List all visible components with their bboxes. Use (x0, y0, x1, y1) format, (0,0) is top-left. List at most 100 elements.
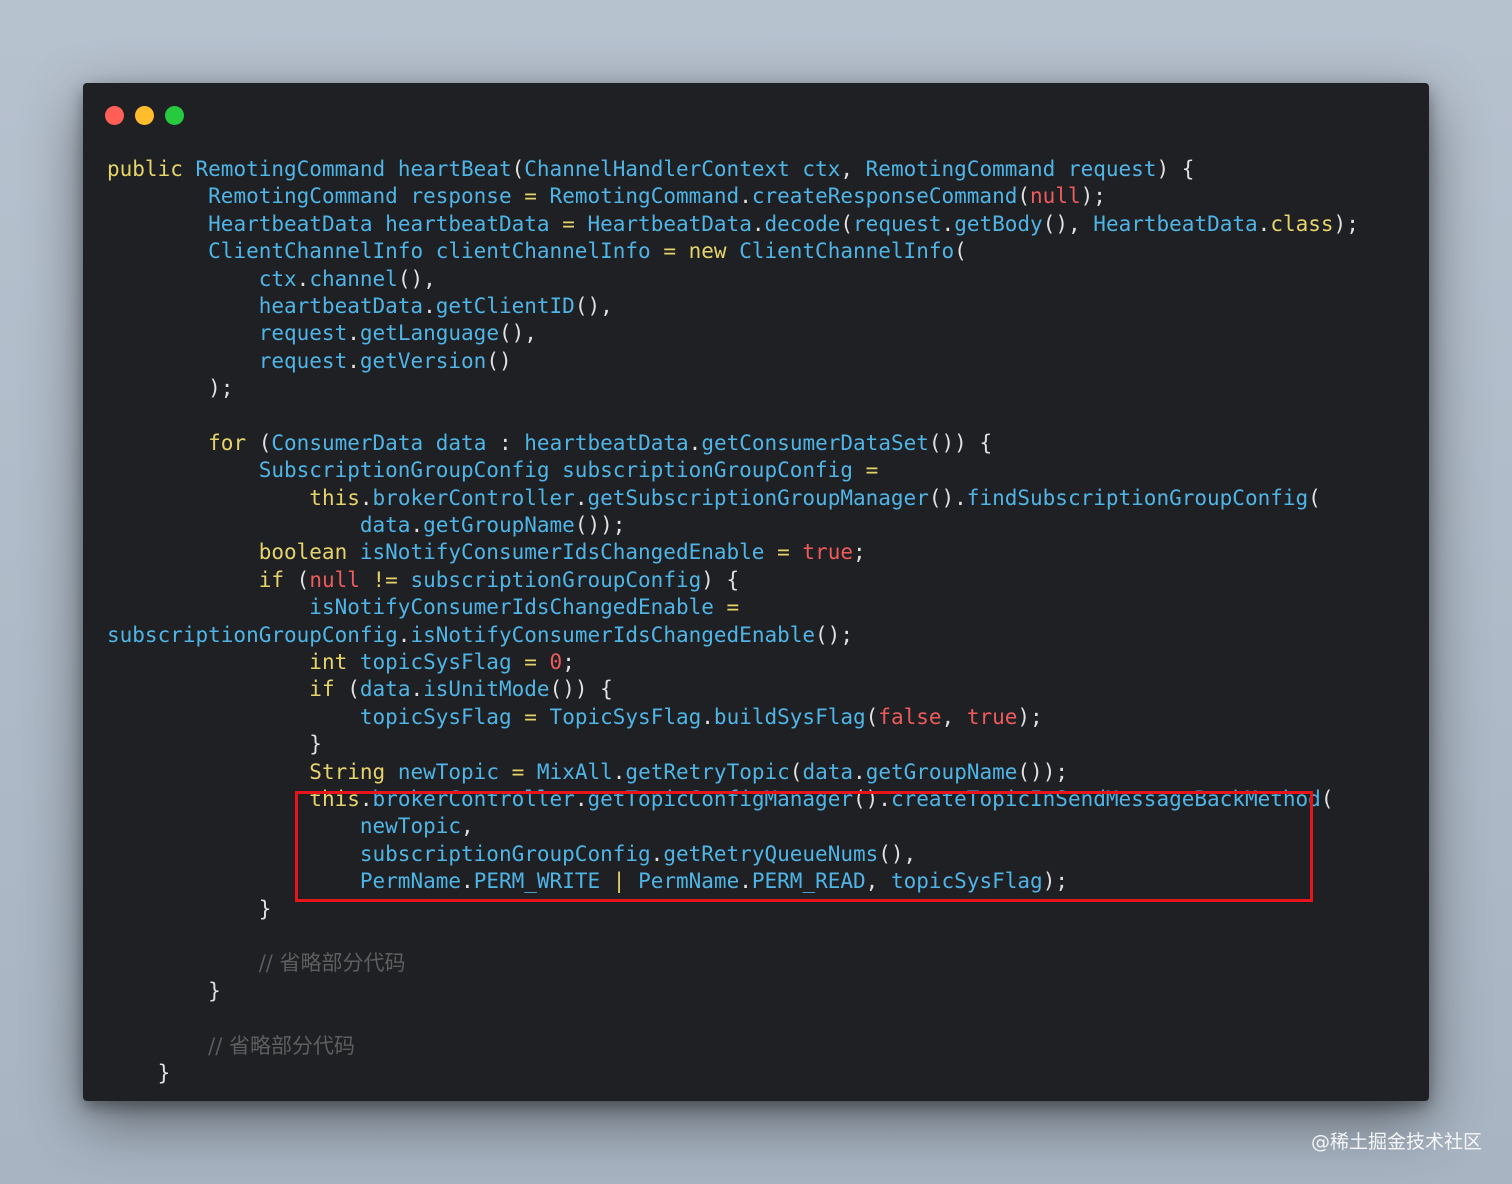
code-token: . (423, 293, 436, 318)
code-token: null (309, 567, 373, 592)
code-token: clientChannelInfo (435, 239, 664, 264)
code-token: (), (1042, 211, 1094, 236)
code-token: // 省略部分代码 (258, 951, 406, 976)
code-token: ; (852, 540, 866, 565)
code-line: // 省略部分代码 (107, 950, 1359, 977)
code-token: ); (1333, 211, 1359, 236)
code-token: ()); (574, 513, 626, 538)
code-line: // 省略部分代码 (107, 1033, 1359, 1060)
code-token: MixAll (536, 759, 613, 784)
code-token: , (840, 157, 866, 181)
minimize-dot-icon[interactable] (135, 106, 154, 125)
code-line: heartbeatData.getClientID(), (107, 293, 1359, 320)
code-token: . (347, 321, 360, 346)
code-token: RemotingCommand (549, 184, 740, 209)
code-line: ClientChannelInfo clientChannelInfo = ne… (107, 238, 1359, 265)
code-token: ( (511, 157, 525, 181)
code-token: (), (574, 293, 613, 318)
code-token: } (107, 978, 221, 1003)
maximize-dot-icon[interactable] (165, 106, 184, 125)
code-line: request.getLanguage(), (107, 320, 1359, 347)
code-token: . (410, 677, 424, 702)
code-token: } (107, 1060, 171, 1085)
code-token: . (739, 184, 752, 209)
code-line: public RemotingCommand heartBeat(Channel… (107, 156, 1359, 183)
code-token: data (802, 759, 854, 784)
code-token: isNotifyConsumerIdsChangedEnable (359, 540, 778, 565)
code-token: ( (954, 239, 967, 264)
code-block: public RemotingCommand heartBeat(Channel… (107, 156, 1359, 1087)
code-token: = (726, 595, 740, 620)
code-token: subscriptionGroupConfig (107, 622, 398, 647)
code-token: public (107, 157, 196, 181)
code-token: : (498, 430, 525, 455)
code-token: . (1257, 211, 1271, 236)
code-token: (), (498, 321, 537, 346)
code-token: // 省略部分代码 (208, 1033, 355, 1058)
code-line: String newTopic = MixAll.getRetryTopic(d… (107, 759, 1359, 786)
code-token: getGroupName (423, 513, 575, 538)
code-line: ); (107, 375, 1359, 402)
code-token: createResponseCommand (751, 184, 1018, 209)
code-token: 0 (549, 650, 563, 675)
code-token: ConsumerData (271, 430, 436, 455)
code-token: data (435, 430, 499, 455)
code-token: . (347, 348, 360, 373)
code-token: ( (789, 759, 803, 784)
code-token: RemotingCommand (195, 157, 398, 181)
code-token: ( (865, 704, 879, 729)
code-token: isNotifyConsumerIdsChangedEnable (309, 595, 727, 620)
code-token: ctx (802, 157, 841, 181)
code-token: channel (309, 266, 398, 291)
code-token: = (562, 211, 588, 236)
code-token: if (258, 567, 297, 592)
code-token: request (258, 348, 348, 373)
code-token: . (941, 211, 955, 236)
code-token: } (107, 896, 272, 921)
code-token: . (701, 704, 714, 729)
code-token: getLanguage (359, 321, 499, 346)
close-dot-icon[interactable] (105, 106, 124, 125)
code-token: () (486, 348, 512, 373)
code-line: ctx.channel(), (107, 266, 1359, 293)
code-token: request (258, 321, 348, 346)
code-token: subscriptionGroupConfig (410, 567, 702, 592)
code-token: ( (1320, 786, 1334, 811)
code-token: . (359, 485, 373, 510)
watermark: @稀土掘金技术社区 (1310, 1131, 1482, 1153)
code-line: HeartbeatData heartbeatData = HeartbeatD… (107, 211, 1359, 238)
code-token: false (878, 704, 942, 729)
code-token: . (688, 430, 702, 455)
code-token: ( (347, 677, 360, 702)
code-token: request (1067, 157, 1157, 181)
code-token: isUnitMode (423, 677, 550, 702)
code-token: ClientChannelInfo (739, 239, 955, 264)
code-token: getClientID (435, 293, 575, 318)
code-token: brokerController (372, 485, 575, 510)
code-line: for (ConsumerData data : heartbeatData.g… (107, 430, 1359, 457)
code-token: class (1270, 211, 1334, 236)
code-line: SubscriptionGroupConfig subscriptionGrou… (107, 457, 1359, 484)
code-token: findSubscriptionGroupConfig (966, 485, 1309, 510)
code-token: . (574, 485, 588, 510)
code-line: request.getVersion() (107, 348, 1359, 375)
code-token: ()) { (549, 677, 613, 702)
code-token: decode (764, 211, 841, 236)
code-token: = (524, 704, 550, 729)
